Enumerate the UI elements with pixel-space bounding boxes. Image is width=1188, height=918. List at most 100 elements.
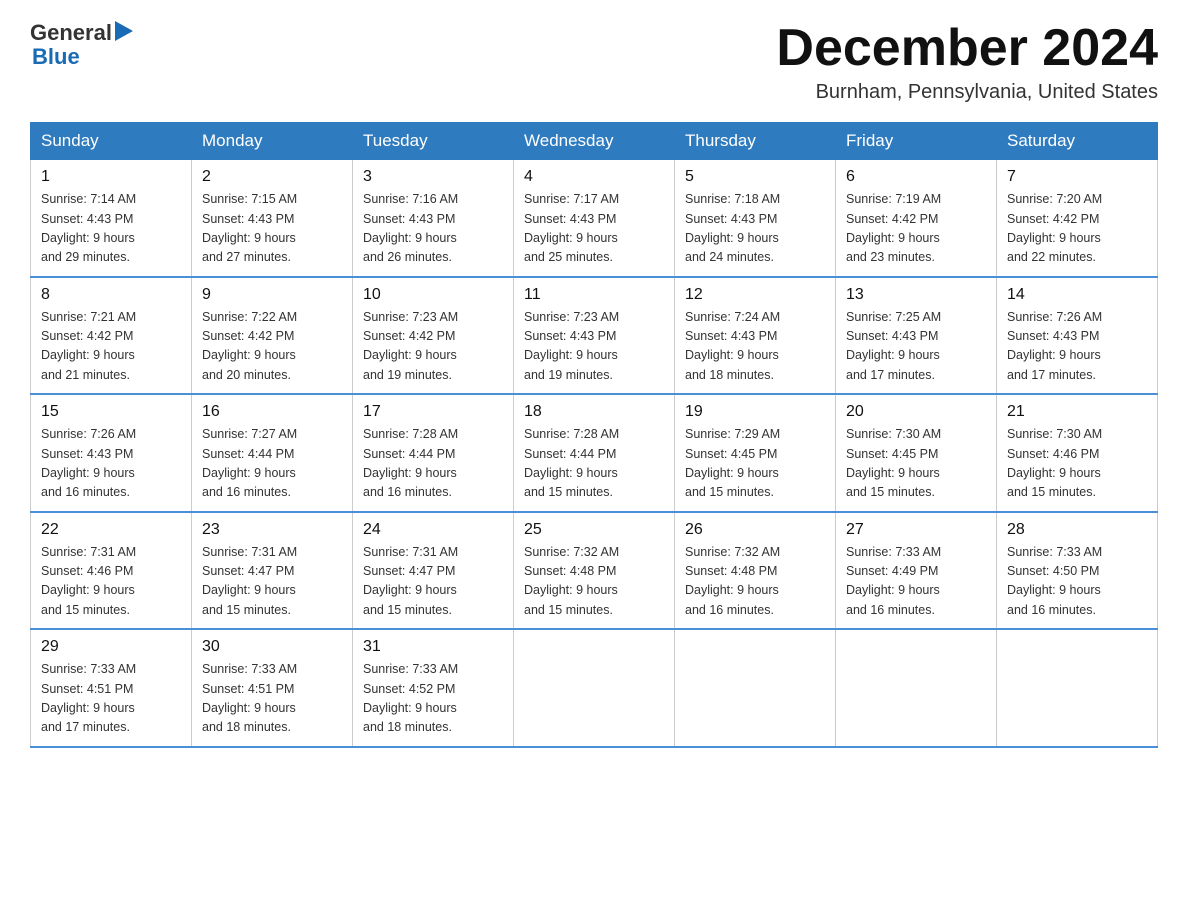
day-info: Sunrise: 7:15 AMSunset: 4:43 PMDaylight:… bbox=[202, 190, 342, 268]
calendar-cell: 24 Sunrise: 7:31 AMSunset: 4:47 PMDayligh… bbox=[353, 512, 514, 630]
calendar-cell: 15 Sunrise: 7:26 AMSunset: 4:43 PMDayligh… bbox=[31, 394, 192, 512]
day-number: 24 bbox=[363, 521, 503, 539]
week-row-2: 8 Sunrise: 7:21 AMSunset: 4:42 PMDaylight… bbox=[31, 277, 1158, 395]
calendar-cell: 14Sunrise: 7:26 AMSunset: 4:43 PMDayligh… bbox=[997, 277, 1158, 395]
calendar-cell: 30 Sunrise: 7:33 AMSunset: 4:51 PMDayligh… bbox=[192, 629, 353, 747]
calendar-cell: 23 Sunrise: 7:31 AMSunset: 4:47 PMDayligh… bbox=[192, 512, 353, 630]
week-row-3: 15 Sunrise: 7:26 AMSunset: 4:43 PMDayligh… bbox=[31, 394, 1158, 512]
day-info: Sunrise: 7:18 AMSunset: 4:43 PMDaylight:… bbox=[685, 190, 825, 268]
day-info: Sunrise: 7:28 AMSunset: 4:44 PMDaylight:… bbox=[363, 425, 503, 503]
day-info: Sunrise: 7:26 AMSunset: 4:43 PMDaylight:… bbox=[41, 425, 181, 503]
week-row-1: 1Sunrise: 7:14 AMSunset: 4:43 PMDaylight… bbox=[31, 160, 1158, 277]
day-info: Sunrise: 7:24 AMSunset: 4:43 PMDaylight:… bbox=[685, 308, 825, 386]
day-number: 11 bbox=[524, 286, 664, 304]
calendar-cell: 31Sunrise: 7:33 AMSunset: 4:52 PMDayligh… bbox=[353, 629, 514, 747]
day-info: Sunrise: 7:23 AMSunset: 4:43 PMDaylight:… bbox=[524, 308, 664, 386]
weekday-header-row: SundayMondayTuesdayWednesdayThursdayFrid… bbox=[31, 123, 1158, 160]
day-number: 16 bbox=[202, 403, 342, 421]
day-info: Sunrise: 7:23 AMSunset: 4:42 PMDaylight:… bbox=[363, 308, 503, 386]
calendar-cell: 20 Sunrise: 7:30 AMSunset: 4:45 PMDayligh… bbox=[836, 394, 997, 512]
month-title: December 2024 bbox=[776, 20, 1158, 77]
day-number: 3 bbox=[363, 168, 503, 186]
day-number: 7 bbox=[1007, 168, 1147, 186]
day-number: 17 bbox=[363, 403, 503, 421]
calendar-cell: 13 Sunrise: 7:25 AMSunset: 4:43 PMDayligh… bbox=[836, 277, 997, 395]
day-info: Sunrise: 7:33 AMSunset: 4:51 PMDaylight:… bbox=[41, 660, 181, 738]
day-info: Sunrise: 7:33 AMSunset: 4:49 PMDaylight:… bbox=[846, 543, 986, 621]
calendar-cell: 12 Sunrise: 7:24 AMSunset: 4:43 PMDayligh… bbox=[675, 277, 836, 395]
day-info: Sunrise: 7:31 AMSunset: 4:47 PMDaylight:… bbox=[202, 543, 342, 621]
calendar-cell bbox=[514, 629, 675, 747]
day-number: 20 bbox=[846, 403, 986, 421]
week-row-4: 22 Sunrise: 7:31 AMSunset: 4:46 PMDayligh… bbox=[31, 512, 1158, 630]
day-number: 5 bbox=[685, 168, 825, 186]
day-info: Sunrise: 7:17 AMSunset: 4:43 PMDaylight:… bbox=[524, 190, 664, 268]
location-subtitle: Burnham, Pennsylvania, United States bbox=[776, 81, 1158, 104]
calendar-cell: 2Sunrise: 7:15 AMSunset: 4:43 PMDaylight… bbox=[192, 160, 353, 277]
day-info: Sunrise: 7:33 AMSunset: 4:51 PMDaylight:… bbox=[202, 660, 342, 738]
day-number: 18 bbox=[524, 403, 664, 421]
calendar-cell: 25Sunrise: 7:32 AMSunset: 4:48 PMDayligh… bbox=[514, 512, 675, 630]
calendar-cell: 18 Sunrise: 7:28 AMSunset: 4:44 PMDayligh… bbox=[514, 394, 675, 512]
day-info: Sunrise: 7:25 AMSunset: 4:43 PMDaylight:… bbox=[846, 308, 986, 386]
day-info: Sunrise: 7:30 AMSunset: 4:46 PMDaylight:… bbox=[1007, 425, 1147, 503]
day-info: Sunrise: 7:32 AMSunset: 4:48 PMDaylight:… bbox=[685, 543, 825, 621]
calendar-cell: 6Sunrise: 7:19 AMSunset: 4:42 PMDaylight… bbox=[836, 160, 997, 277]
calendar-cell: 16 Sunrise: 7:27 AMSunset: 4:44 PMDayligh… bbox=[192, 394, 353, 512]
calendar-cell bbox=[836, 629, 997, 747]
day-info: Sunrise: 7:21 AMSunset: 4:42 PMDaylight:… bbox=[41, 308, 181, 386]
weekday-header-friday: Friday bbox=[836, 123, 997, 160]
day-number: 10 bbox=[363, 286, 503, 304]
day-info: Sunrise: 7:28 AMSunset: 4:44 PMDaylight:… bbox=[524, 425, 664, 503]
weekday-header-saturday: Saturday bbox=[997, 123, 1158, 160]
day-info: Sunrise: 7:31 AMSunset: 4:47 PMDaylight:… bbox=[363, 543, 503, 621]
calendar-cell bbox=[675, 629, 836, 747]
day-number: 8 bbox=[41, 286, 181, 304]
calendar-cell: 3Sunrise: 7:16 AMSunset: 4:43 PMDaylight… bbox=[353, 160, 514, 277]
calendar-cell: 22 Sunrise: 7:31 AMSunset: 4:46 PMDayligh… bbox=[31, 512, 192, 630]
day-number: 15 bbox=[41, 403, 181, 421]
calendar-cell: 5 Sunrise: 7:18 AMSunset: 4:43 PMDaylight… bbox=[675, 160, 836, 277]
calendar-cell: 29 Sunrise: 7:33 AMSunset: 4:51 PMDayligh… bbox=[31, 629, 192, 747]
calendar-table: SundayMondayTuesdayWednesdayThursdayFrid… bbox=[30, 122, 1158, 748]
logo: General Blue bbox=[30, 20, 133, 70]
day-number: 9 bbox=[202, 286, 342, 304]
day-number: 14 bbox=[1007, 286, 1147, 304]
day-number: 13 bbox=[846, 286, 986, 304]
calendar-cell: 1Sunrise: 7:14 AMSunset: 4:43 PMDaylight… bbox=[31, 160, 192, 277]
day-info: Sunrise: 7:31 AMSunset: 4:46 PMDaylight:… bbox=[41, 543, 181, 621]
calendar-cell: 11 Sunrise: 7:23 AMSunset: 4:43 PMDayligh… bbox=[514, 277, 675, 395]
calendar-cell: 7Sunrise: 7:20 AMSunset: 4:42 PMDaylight… bbox=[997, 160, 1158, 277]
day-number: 12 bbox=[685, 286, 825, 304]
calendar-cell: 28Sunrise: 7:33 AMSunset: 4:50 PMDayligh… bbox=[997, 512, 1158, 630]
weekday-header-thursday: Thursday bbox=[675, 123, 836, 160]
day-number: 29 bbox=[41, 638, 181, 656]
weekday-header-monday: Monday bbox=[192, 123, 353, 160]
calendar-cell: 17 Sunrise: 7:28 AMSunset: 4:44 PMDayligh… bbox=[353, 394, 514, 512]
calendar-cell: 10 Sunrise: 7:23 AMSunset: 4:42 PMDayligh… bbox=[353, 277, 514, 395]
day-number: 31 bbox=[363, 638, 503, 656]
day-info: Sunrise: 7:19 AMSunset: 4:42 PMDaylight:… bbox=[846, 190, 986, 268]
logo-general-text: General bbox=[30, 20, 112, 46]
day-number: 26 bbox=[685, 521, 825, 539]
calendar-cell: 4 Sunrise: 7:17 AMSunset: 4:43 PMDaylight… bbox=[514, 160, 675, 277]
day-number: 21 bbox=[1007, 403, 1147, 421]
calendar-cell: 27 Sunrise: 7:33 AMSunset: 4:49 PMDayligh… bbox=[836, 512, 997, 630]
day-info: Sunrise: 7:27 AMSunset: 4:44 PMDaylight:… bbox=[202, 425, 342, 503]
calendar-cell: 9Sunrise: 7:22 AMSunset: 4:42 PMDaylight… bbox=[192, 277, 353, 395]
title-area: December 2024 Burnham, Pennsylvania, Uni… bbox=[776, 20, 1158, 104]
day-number: 1 bbox=[41, 168, 181, 186]
day-number: 22 bbox=[41, 521, 181, 539]
day-info: Sunrise: 7:32 AMSunset: 4:48 PMDaylight:… bbox=[524, 543, 664, 621]
calendar-cell: 26 Sunrise: 7:32 AMSunset: 4:48 PMDayligh… bbox=[675, 512, 836, 630]
day-number: 27 bbox=[846, 521, 986, 539]
day-number: 30 bbox=[202, 638, 342, 656]
day-info: Sunrise: 7:33 AMSunset: 4:50 PMDaylight:… bbox=[1007, 543, 1147, 621]
weekday-header-tuesday: Tuesday bbox=[353, 123, 514, 160]
calendar-cell: 8 Sunrise: 7:21 AMSunset: 4:42 PMDaylight… bbox=[31, 277, 192, 395]
day-info: Sunrise: 7:30 AMSunset: 4:45 PMDaylight:… bbox=[846, 425, 986, 503]
day-number: 19 bbox=[685, 403, 825, 421]
day-number: 23 bbox=[202, 521, 342, 539]
day-info: Sunrise: 7:29 AMSunset: 4:45 PMDaylight:… bbox=[685, 425, 825, 503]
day-number: 4 bbox=[524, 168, 664, 186]
